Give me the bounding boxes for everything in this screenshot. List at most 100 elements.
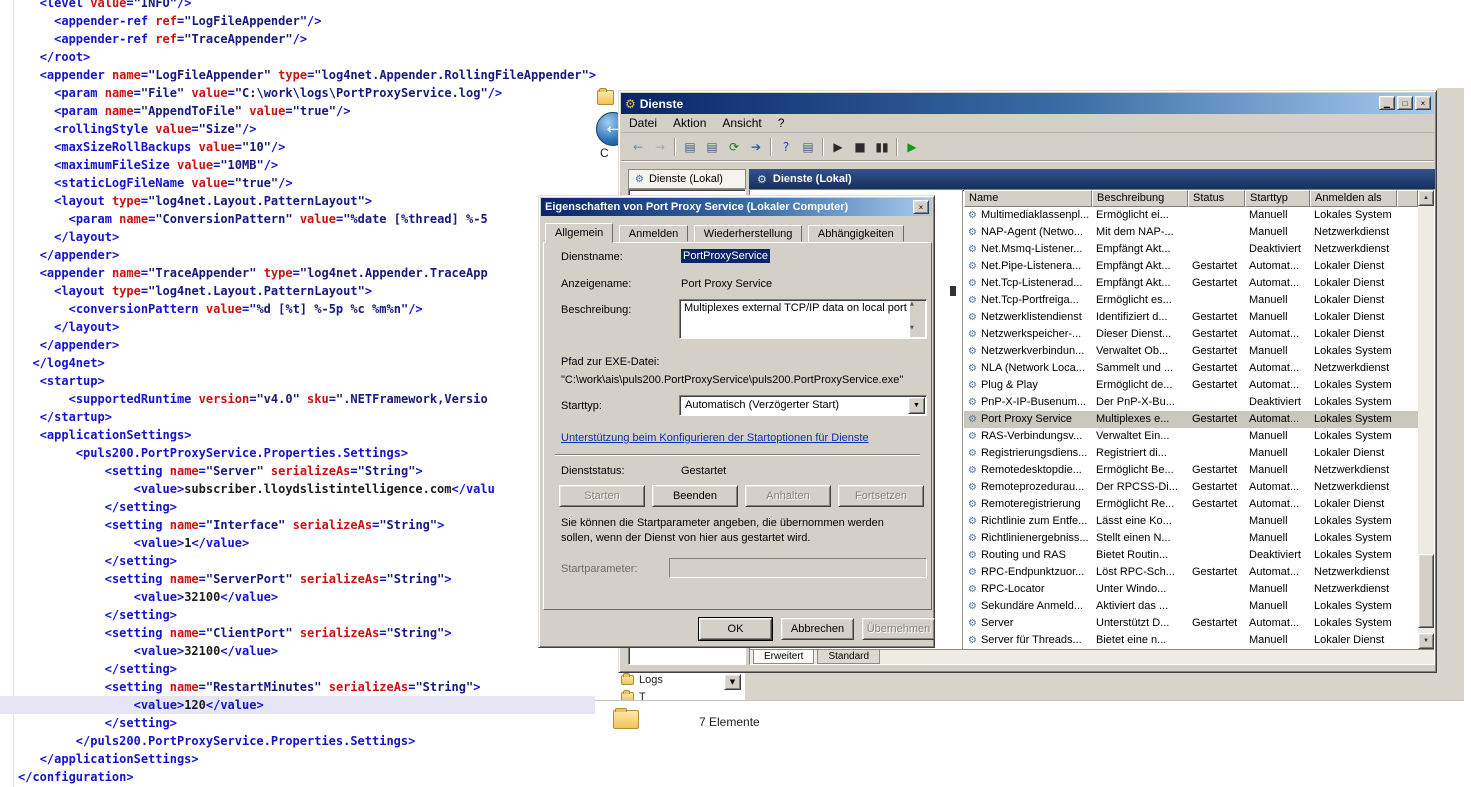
code-line[interactable]: <startup> — [18, 372, 596, 390]
code-line[interactable]: </setting> — [18, 660, 596, 678]
code-line[interactable]: </setting> — [18, 714, 596, 732]
startup-options-help-link[interactable]: Unterstützung beim Konfigurieren der Sta… — [561, 432, 869, 444]
cancel-button[interactable]: Abbrechen — [781, 618, 854, 640]
code-line[interactable]: <setting name="ClientPort" serializeAs="… — [18, 624, 596, 642]
service-row[interactable]: ⚙NetzwerklistendienstIdentifiziert d...G… — [964, 309, 1418, 326]
console-root-tab[interactable]: ⚙ Dienste (Lokal) — [628, 169, 746, 189]
description-field[interactable]: Multiplexes external TCP/IP data on loca… — [679, 299, 927, 339]
display-name-field[interactable]: Port Proxy Service — [681, 278, 772, 290]
service-row[interactable]: ⚙Server für Threads...Bietet eine n...Ma… — [964, 632, 1418, 649]
code-line[interactable]: <layout type="log4net.Layout.PatternLayo… — [18, 282, 596, 300]
tab-anmelden[interactable]: Anmelden — [619, 225, 689, 242]
scroll-down-button[interactable]: ▼ — [910, 325, 925, 337]
menu-item[interactable]: Ansicht — [714, 116, 769, 130]
code-line[interactable]: <setting name="Interface" serializeAs="S… — [18, 516, 596, 534]
close-button[interactable]: × — [1415, 96, 1431, 110]
export-list-icon[interactable]: ➔ — [745, 137, 767, 157]
apply-button[interactable]: Übernehmen — [862, 618, 935, 640]
stop-button[interactable]: Beenden — [652, 485, 738, 507]
service-row[interactable]: ⚙Multimediaklassenpl...Ermöglicht ei...M… — [964, 207, 1418, 224]
code-line[interactable]: <level value="INFO"/> — [18, 0, 596, 12]
service-row[interactable]: ⚙Net.Msmq-Listener...Empfängt Akt...Deak… — [964, 241, 1418, 258]
column-header-status[interactable]: Status — [1188, 190, 1245, 207]
start-parameters-field[interactable] — [669, 558, 927, 578]
refresh-icon[interactable]: ⟳ — [723, 137, 745, 157]
code-line[interactable]: </root> — [18, 48, 596, 66]
code-line[interactable]: </setting> — [18, 498, 596, 516]
code-line[interactable]: <value>32100</value> — [18, 642, 596, 660]
explorer-folder-item[interactable]: Logs — [595, 673, 745, 690]
ok-button[interactable]: OK — [699, 618, 772, 640]
restart-service-icon[interactable]: ▶ — [901, 137, 923, 157]
explorer-dropdown-button[interactable]: ▼ — [724, 674, 741, 690]
tab-extended[interactable]: Erweitert — [753, 650, 814, 664]
code-line[interactable]: </layout> — [18, 318, 596, 336]
menu-item[interactable]: Datei — [621, 116, 665, 130]
scroll-up-button[interactable]: ▲ — [910, 301, 925, 313]
tab-standard[interactable]: Standard — [817, 650, 880, 664]
service-row[interactable]: ⚙Netzwerkverbindun...Verwaltet Ob...Gest… — [964, 343, 1418, 360]
code-line[interactable]: <appender name="TraceAppender" type="log… — [18, 264, 596, 282]
code-line[interactable]: <maximumFileSize value="10MB"/> — [18, 156, 596, 174]
service-row[interactable]: ⚙Routing und RASBietet Routin...Deaktivi… — [964, 547, 1418, 564]
code-line[interactable]: <puls200.PortProxyService.Properties.Set… — [18, 444, 596, 462]
code-line[interactable]: <setting name="Server" serializeAs="Stri… — [18, 462, 596, 480]
code-line[interactable]: <value>subscriber.lloydslistintelligence… — [18, 480, 596, 498]
code-line[interactable]: </applicationSettings> — [18, 750, 596, 768]
menu-item[interactable]: Aktion — [665, 116, 714, 130]
service-row[interactable]: ⚙NAP-Agent (Netwo...Mit dem NAP-...Manue… — [964, 224, 1418, 241]
service-row[interactable]: ⚙RAS-Verbindungsv...Verwaltet Ein...Manu… — [964, 428, 1418, 445]
start-service-icon[interactable]: ▶ — [827, 137, 849, 157]
new-window-icon[interactable]: ▤ — [797, 137, 819, 157]
back-arrow-icon[interactable]: ← — [627, 137, 649, 157]
service-name-field[interactable]: PortProxyService — [681, 249, 770, 263]
stop-service-icon[interactable]: ■ — [849, 137, 871, 157]
pause-service-icon[interactable]: ▮▮ — [871, 137, 893, 157]
code-line[interactable]: </appender> — [18, 336, 596, 354]
code-line[interactable]: <supportedRuntime version="v4.0" sku=".N… — [18, 390, 596, 408]
code-line[interactable]: <value>32100</value> — [18, 588, 596, 606]
service-row[interactable]: ⚙Net.Tcp-Listenerad...Empfängt Akt...Ges… — [964, 275, 1418, 292]
column-header-name[interactable]: Name — [964, 190, 1092, 207]
code-line[interactable]: <setting name="RestartMinutes" serialize… — [18, 678, 596, 696]
list-scrollbar[interactable]: ▲ ▼ — [1418, 190, 1434, 649]
column-header-logon[interactable]: Anmelden als — [1310, 190, 1397, 207]
code-line[interactable]: <setting name="ServerPort" serializeAs="… — [18, 570, 596, 588]
tab-allgemein[interactable]: Allgemein — [545, 223, 613, 243]
code-line[interactable]: <appender-ref ref="LogFileAppender"/> — [18, 12, 596, 30]
combobox-dropdown-button[interactable]: ▼ — [908, 397, 925, 414]
service-row[interactable]: ⚙Richtlinienergebniss...Stellt einen N..… — [964, 530, 1418, 547]
service-row[interactable]: ⚙RPC-Endpunktzuor...Löst RPC-Sch...Gesta… — [964, 564, 1418, 581]
code-line[interactable]: <layout type="log4net.Layout.PatternLayo… — [18, 192, 596, 210]
code-line[interactable]: <param name="ConversionPattern" value="%… — [18, 210, 596, 228]
service-row[interactable]: ⚙Net.Tcp-Portfreiga...Ermöglicht es...Ma… — [964, 292, 1418, 309]
service-row[interactable]: ⚙NLA (Network Loca...Sammelt und ...Gest… — [964, 360, 1418, 377]
show-console-tree-icon[interactable]: ▤ — [679, 137, 701, 157]
service-row[interactable]: ⚙RPC-LocatorUnter Windo...ManuellNetzwer… — [964, 581, 1418, 598]
starttype-combobox[interactable]: Automatisch (Verzögerter Start) ▼ — [679, 395, 927, 416]
service-row[interactable]: ⚙Sekundäre Anmeld...Aktiviert das ...Man… — [964, 598, 1418, 615]
service-row[interactable]: ⚙RemoteregistrierungErmöglicht Re...Gest… — [964, 496, 1418, 513]
service-row[interactable]: ⚙Net.Pipe-Listenera...Empfängt Akt...Ges… — [964, 258, 1418, 275]
service-row[interactable]: ⚙Netzwerkspeicher-...Dieser Dienst...Ges… — [964, 326, 1418, 343]
code-line[interactable]: <value>1</value> — [18, 534, 596, 552]
service-row[interactable]: ⚙Remotedesktopdie...Ermöglicht Be...Gest… — [964, 462, 1418, 479]
resume-button[interactable]: Fortsetzen — [838, 485, 924, 507]
code-line[interactable]: </puls200.PortProxyService.Properties.Se… — [18, 732, 596, 750]
code-line[interactable]: <maxSizeRollBackups value="10"/> — [18, 138, 596, 156]
service-row[interactable]: ⚙Remoteprozedurau...Der RPCSS-Di...Gesta… — [964, 479, 1418, 496]
services-window-titlebar[interactable]: ⚙ Dienste ▁ □ × — [621, 93, 1434, 114]
scroll-up-button[interactable]: ▲ — [1418, 190, 1434, 206]
code-line[interactable]: <value>120</value> — [18, 696, 596, 714]
service-row[interactable]: ⚙Registrierungsdiens...Registriert di...… — [964, 445, 1418, 462]
service-row[interactable]: ⚙PnP-X-IP-Busenum...Der PnP-X-Bu...Deakt… — [964, 394, 1418, 411]
code-line[interactable]: </startup> — [18, 408, 596, 426]
dialog-titlebar[interactable]: Eigenschaften von Port Proxy Service (Lo… — [541, 198, 932, 216]
code-line[interactable]: </setting> — [18, 552, 596, 570]
code-line[interactable]: <appender name="LogFileAppender" type="l… — [18, 66, 596, 84]
code-line[interactable]: </appender> — [18, 246, 596, 264]
pause-button[interactable]: Anhalten — [745, 485, 831, 507]
code-line[interactable]: <staticLogFileName value="true"/> — [18, 174, 596, 192]
code-line[interactable]: </layout> — [18, 228, 596, 246]
code-line[interactable]: </log4net> — [18, 354, 596, 372]
